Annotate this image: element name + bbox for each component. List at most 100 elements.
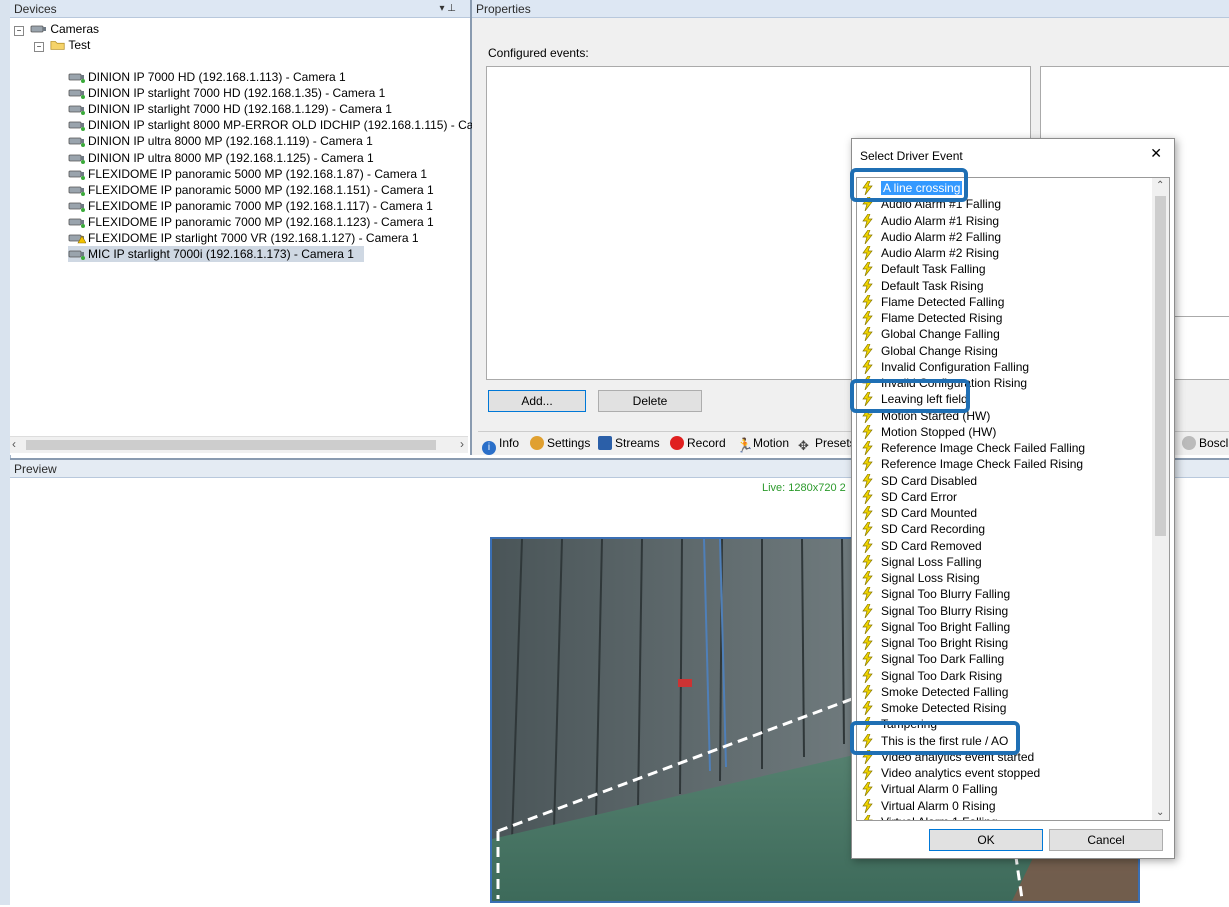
tree-group-label: Test: [68, 38, 91, 52]
event-list-item[interactable]: Virtual Alarm 0 Falling: [861, 781, 998, 797]
tree-camera-item[interactable]: DINION IP ultra 8000 MP (192.168.1.119) …: [68, 133, 373, 149]
camera-icon: [68, 186, 85, 196]
settings-icon: [530, 436, 544, 450]
event-list-item-label: Signal Too Blurry Rising: [881, 603, 1009, 618]
camera-warning-icon: [68, 234, 86, 244]
event-list-item[interactable]: Signal Too Bright Rising: [861, 635, 1008, 651]
pin-icon[interactable]: ▾ ⊥: [439, 0, 456, 18]
tab-settings[interactable]: Settings: [530, 432, 590, 454]
event-list-item[interactable]: Signal Too Bright Falling: [861, 619, 1010, 635]
event-list-item[interactable]: Audio Alarm #1 Rising: [861, 213, 999, 229]
event-list-item-label: Virtual Alarm 0 Rising: [881, 798, 996, 813]
event-list-item[interactable]: Audio Alarm #2 Rising: [861, 245, 999, 261]
properties-header: Properties: [472, 0, 1229, 18]
event-list-item[interactable]: Audio Alarm #2 Falling: [861, 229, 1001, 245]
tree-camera-item[interactable]: DINION IP starlight 8000 MP-ERROR OLD ID…: [68, 117, 473, 133]
delete-button[interactable]: Delete: [598, 390, 702, 412]
dialog-close-button[interactable]: ✕: [1150, 145, 1162, 162]
event-list-item[interactable]: Default Task Rising: [861, 278, 984, 294]
event-list-item[interactable]: Flame Detected Rising: [861, 310, 1002, 326]
event-list-item[interactable]: Motion Stopped (HW): [861, 424, 996, 440]
lightning-bolt-icon: [862, 473, 873, 488]
event-list-item[interactable]: Signal Loss Falling: [861, 554, 982, 570]
tab-record[interactable]: Record: [670, 432, 726, 454]
devices-title: Devices: [14, 2, 57, 16]
camera-icon: [30, 25, 47, 33]
tree-camera-item[interactable]: DINION IP 7000 HD (192.168.1.113) - Came…: [68, 69, 346, 85]
tree-camera-item[interactable]: FLEXIDOME IP panoramic 7000 MP (192.168.…: [68, 198, 433, 214]
event-list-item[interactable]: Default Task Falling: [861, 261, 986, 277]
event-list-item-label: Smoke Detected Rising: [881, 701, 1007, 715]
tree-camera-item[interactable]: DINION IP starlight 7000 HD (192.168.1.1…: [68, 101, 392, 117]
event-list-item[interactable]: Virtual Alarm 0 Rising: [861, 798, 996, 814]
event-list-item-label: Smoke Detected Falling: [881, 684, 1009, 699]
tree-camera-item[interactable]: DINION IP ultra 8000 MP (192.168.1.125) …: [68, 150, 374, 166]
tab-streams[interactable]: Streams: [598, 432, 660, 454]
tree-camera-label: FLEXIDOME IP panoramic 7000 MP (192.168.…: [88, 198, 433, 213]
scroll-thumb[interactable]: [26, 440, 436, 450]
event-list-item[interactable]: Video analytics event stopped: [861, 765, 1040, 781]
lightning-bolt-icon: [862, 457, 873, 472]
camera-icon: [68, 121, 85, 132]
event-list-item[interactable]: SD Card Removed: [861, 538, 982, 554]
tree-camera-label: DINION IP 7000 HD (192.168.1.113) - Came…: [88, 70, 346, 84]
ok-button[interactable]: OK: [929, 829, 1043, 851]
tree-group-test[interactable]: − Test: [34, 37, 90, 53]
tree-camera-label: MIC IP starlight 7000i (192.168.1.173) -…: [88, 247, 354, 262]
event-list-scrollbar[interactable]: ⌃ ⌄: [1152, 178, 1169, 820]
event-list-item[interactable]: Smoke Detected Falling: [861, 684, 1008, 700]
tree-camera-label: FLEXIDOME IP starlight 7000 VR (192.168.…: [88, 231, 419, 245]
event-list-item[interactable]: SD Card Disabled: [861, 473, 977, 489]
scroll-right-icon[interactable]: ›: [460, 437, 464, 451]
lightning-bolt-icon: [862, 652, 873, 667]
collapse-icon[interactable]: −: [14, 26, 24, 36]
tab-presets[interactable]: ✥ Presets: [798, 432, 856, 454]
event-list-item[interactable]: Signal Too Dark Rising: [861, 668, 1002, 684]
scroll-down-icon[interactable]: ⌄: [1156, 807, 1164, 818]
event-list-item[interactable]: Global Change Falling: [861, 326, 1000, 342]
event-list-item[interactable]: Virtual Alarm 1 Falling: [861, 814, 998, 820]
event-list-item-label: Global Change Falling: [881, 327, 1000, 342]
lightning-bolt-icon: [862, 668, 873, 683]
event-list-item[interactable]: Reference Image Check Failed Rising: [861, 456, 1083, 472]
bosch-icon: [1182, 436, 1196, 450]
event-list-item-label: Motion Stopped (HW): [881, 424, 997, 439]
scroll-thumb[interactable]: [1155, 196, 1166, 536]
tree-camera-item[interactable]: FLEXIDOME IP starlight 7000 VR (192.168.…: [68, 230, 419, 246]
event-list-item-label: Reference Image Check Failed Falling: [881, 441, 1086, 455]
event-list-item[interactable]: SD Card Mounted: [861, 505, 977, 521]
scroll-left-icon[interactable]: ‹: [12, 437, 16, 451]
tree-camera-item[interactable]: FLEXIDOME IP panoramic 5000 MP (192.168.…: [68, 166, 427, 182]
event-list-item[interactable]: Signal Too Dark Falling: [861, 651, 1004, 667]
event-list-item[interactable]: Global Change Rising: [861, 343, 998, 359]
event-list-item-label: SD Card Error: [881, 489, 958, 504]
scroll-up-icon[interactable]: ⌃: [1156, 180, 1164, 191]
event-list-item[interactable]: Signal Too Blurry Rising: [861, 603, 1008, 619]
tree-camera-item[interactable]: MIC IP starlight 7000i (192.168.1.173) -…: [68, 246, 364, 263]
devices-hscrollbar[interactable]: ‹ ›: [10, 436, 468, 453]
event-list-item[interactable]: SD Card Error: [861, 489, 957, 505]
event-list-item[interactable]: Signal Loss Rising: [861, 570, 980, 586]
cancel-button[interactable]: Cancel: [1049, 829, 1163, 851]
add-button[interactable]: Add...: [488, 390, 586, 412]
lightning-bolt-icon: [862, 766, 873, 780]
tab-motion[interactable]: 🏃Motion: [736, 432, 789, 454]
collapse-icon[interactable]: −: [34, 42, 44, 52]
tab-info[interactable]: i Info: [482, 432, 519, 455]
tab-bosch[interactable]: Boscl: [1182, 432, 1228, 454]
tree-camera-item[interactable]: FLEXIDOME IP panoramic 5000 MP (192.168.…: [68, 182, 434, 198]
event-list-item[interactable]: Flame Detected Falling: [861, 294, 1004, 310]
camera-icon: [68, 218, 85, 228]
tree-camera-item[interactable]: DINION IP starlight 7000 HD (192.168.1.3…: [68, 85, 385, 101]
tree-camera-item[interactable]: FLEXIDOME IP panoramic 7000 MP (192.168.…: [68, 214, 434, 230]
event-list-item[interactable]: Reference Image Check Failed Falling: [861, 440, 1085, 456]
event-list-item[interactable]: Signal Too Blurry Falling: [861, 586, 1010, 602]
camera-icon: [68, 202, 85, 212]
lightning-bolt-icon: [862, 522, 873, 537]
event-list-item[interactable]: Invalid Configuration Falling: [861, 359, 1029, 375]
event-list-item[interactable]: Smoke Detected Rising: [861, 700, 1006, 716]
tree-root-cameras[interactable]: − Cameras: [14, 21, 99, 37]
lightning-bolt-icon: [862, 441, 873, 455]
preview-title: Preview: [14, 462, 57, 476]
event-list-item[interactable]: SD Card Recording: [861, 521, 985, 537]
